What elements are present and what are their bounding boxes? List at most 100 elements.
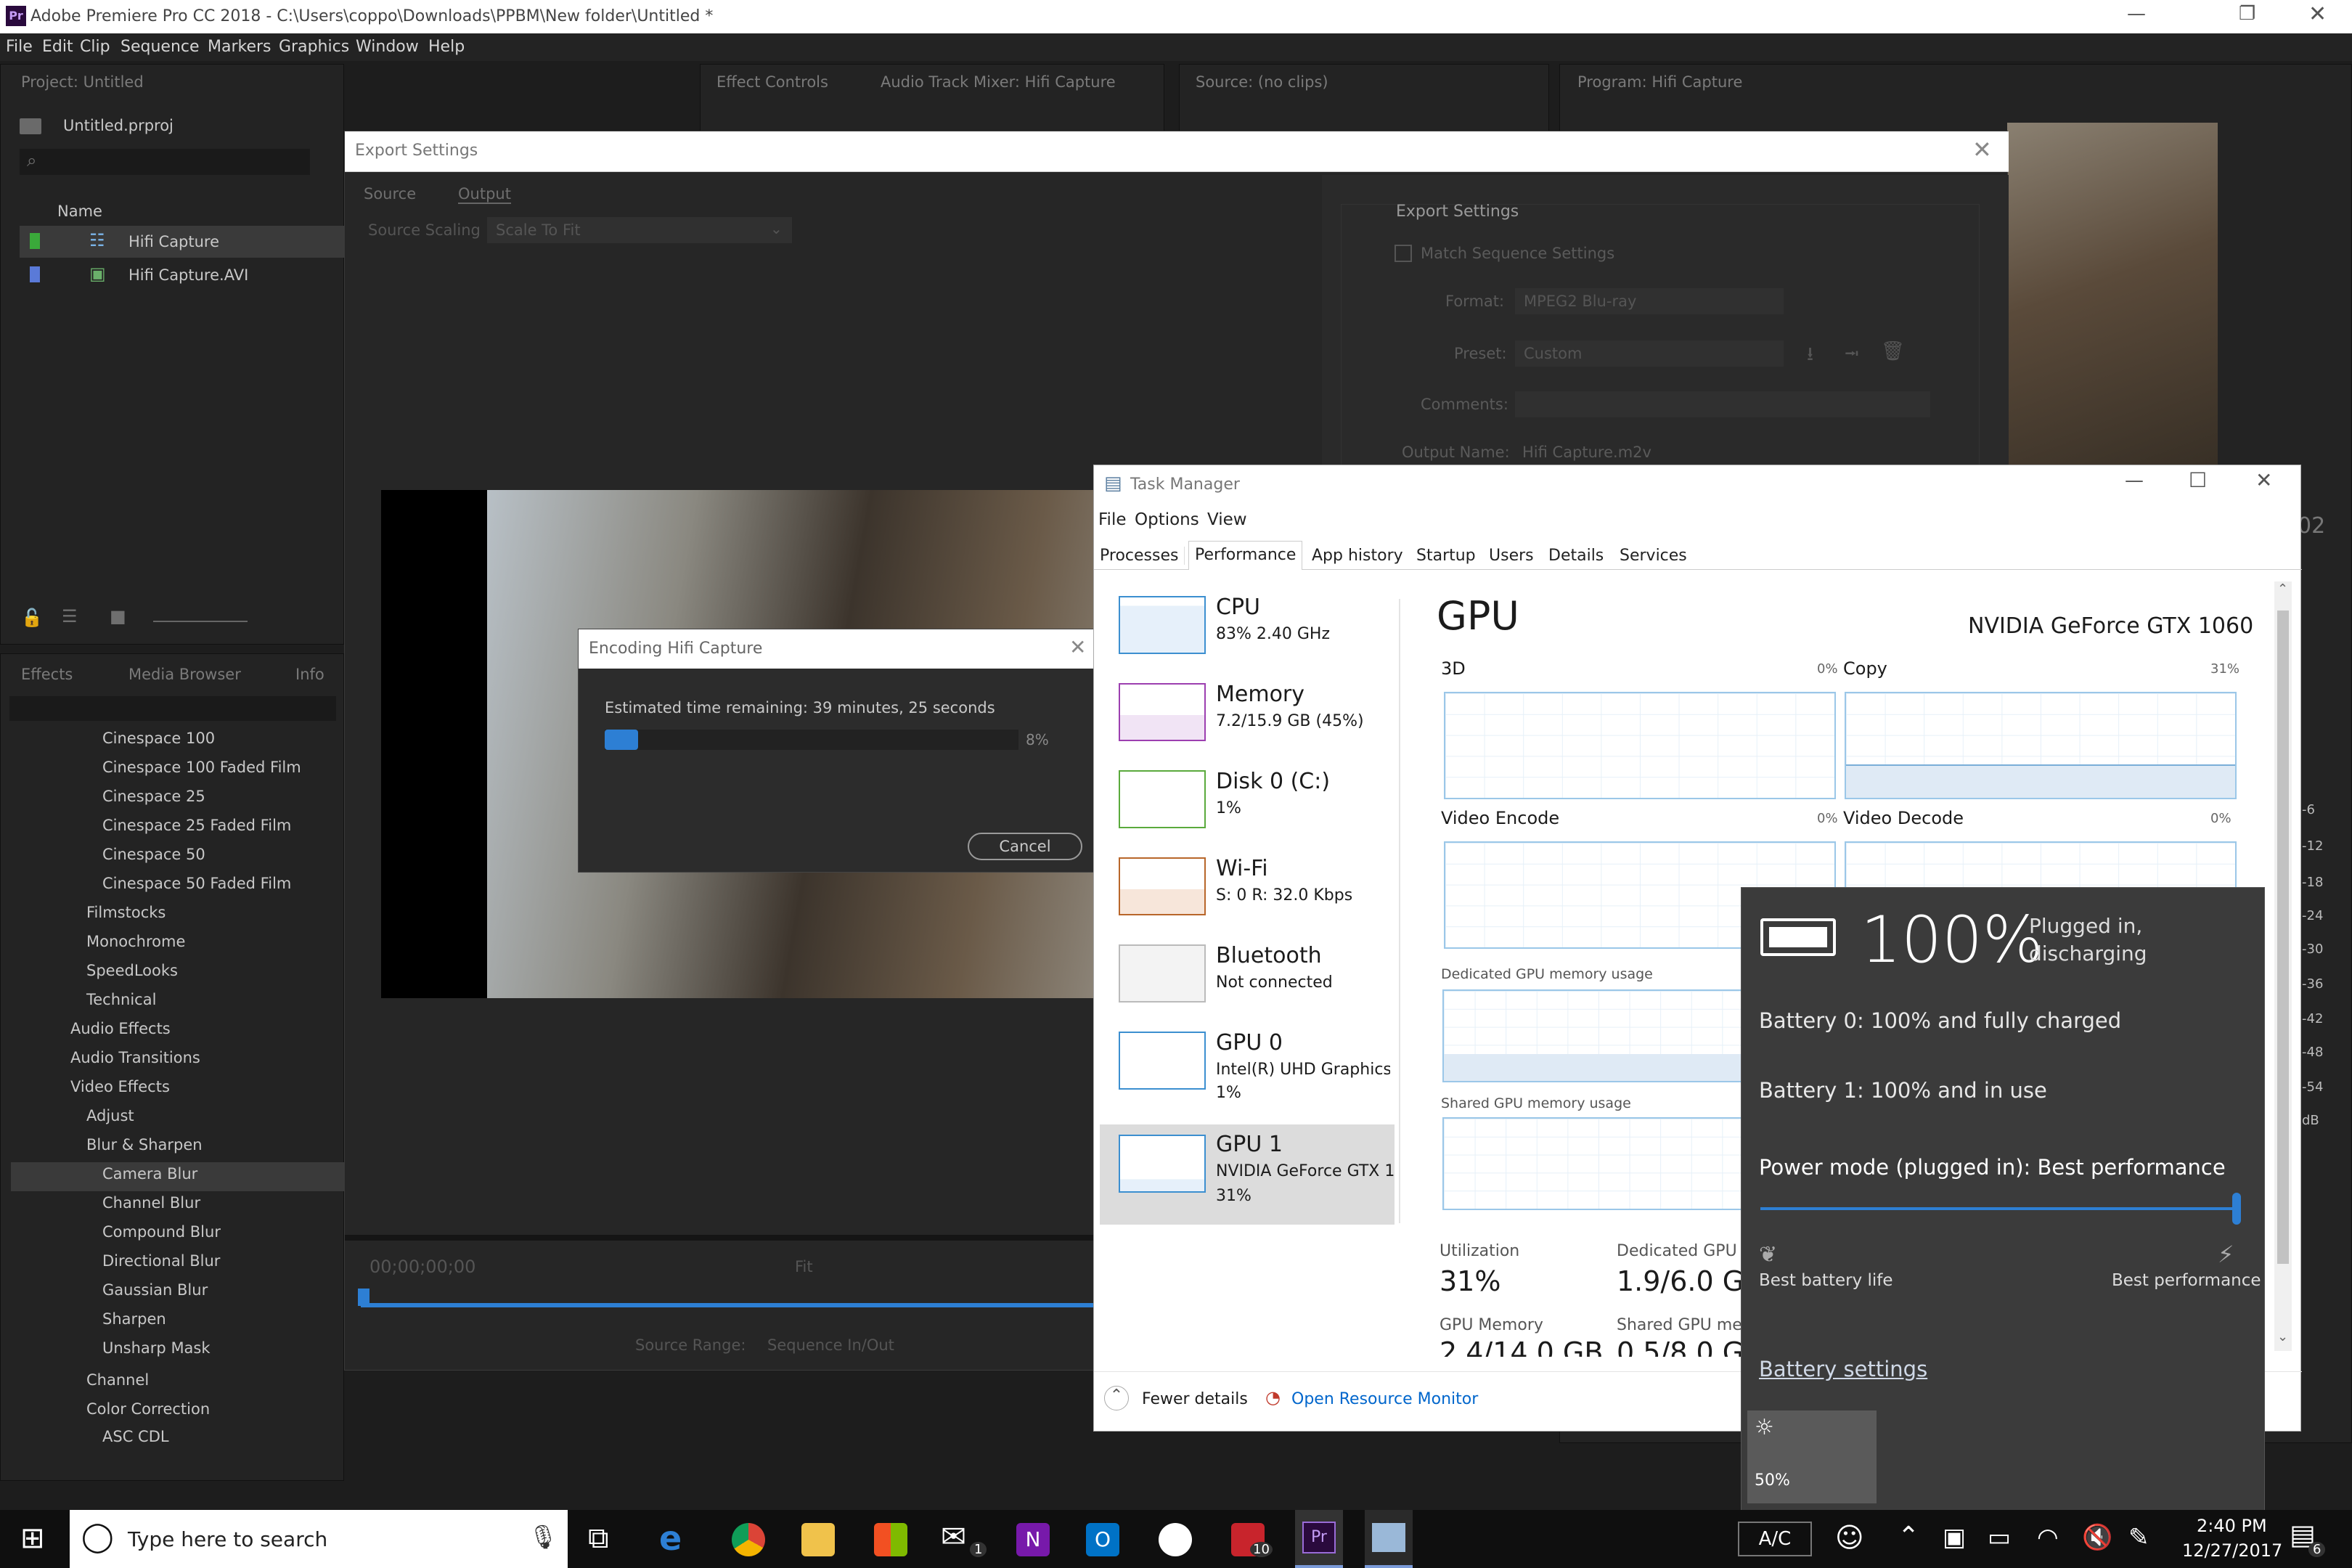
lock-icon[interactable]: 🔓 xyxy=(21,608,43,628)
effect-item[interactable]: Gaussian Blur xyxy=(102,1281,208,1299)
keyboard-layout[interactable]: A/C xyxy=(1738,1522,1812,1556)
resource-monitor-link[interactable]: Open Resource Monitor xyxy=(1291,1390,1478,1408)
bin-item[interactable]: SpeedLooks xyxy=(86,962,178,979)
scroll-up-icon[interactable]: ⌃ xyxy=(2277,581,2288,597)
cancel-button[interactable]: Cancel xyxy=(968,833,1082,860)
clock-date[interactable]: 12/27/2017 xyxy=(2182,1540,2282,1561)
maximize-button[interactable]: ❐ xyxy=(2239,3,2255,25)
close-button[interactable]: ✕ xyxy=(2308,1,2327,27)
sidebar-item-gpu0[interactable]: GPU 0 Intel(R) UHD Graphics 6... 1% xyxy=(1100,1023,1390,1117)
close-button[interactable]: ✕ xyxy=(2255,468,2272,492)
zoom-slider[interactable] xyxy=(153,621,248,622)
tab-app-history[interactable]: App history xyxy=(1312,547,1403,565)
tab-details[interactable]: Details xyxy=(1548,547,1604,565)
mail-icon[interactable]: ✉ xyxy=(941,1519,966,1554)
tab-source[interactable]: Source: (no clips) xyxy=(1196,73,1328,91)
effect-item[interactable]: Cinespace 50 xyxy=(102,846,205,863)
save-preset-icon[interactable]: ⭳ xyxy=(1807,340,1813,372)
tab-project[interactable]: Project: Untitled xyxy=(21,73,144,91)
import-preset-icon[interactable]: ⭲ xyxy=(1845,340,1859,372)
source-range-select[interactable]: Sequence In/Out xyxy=(767,1336,894,1354)
battery-tray-icon[interactable]: ▭ xyxy=(1988,1523,2011,1552)
bin-item[interactable]: Audio Effects xyxy=(70,1020,171,1037)
menu-graphics[interactable]: Graphics xyxy=(279,38,349,56)
tab-audio-mixer[interactable]: Audio Track Mixer: Hifi Capture xyxy=(881,73,1116,91)
maximize-button[interactable]: ☐ xyxy=(2189,468,2207,492)
tab-users[interactable]: Users xyxy=(1489,547,1534,565)
fewer-details-link[interactable]: Fewer details xyxy=(1142,1390,1248,1408)
brightness-tile[interactable]: ☼ 50% xyxy=(1747,1410,1877,1503)
tab-info[interactable]: Info xyxy=(295,666,324,683)
menu-help[interactable]: Help xyxy=(428,38,465,56)
tm-menu-view[interactable]: View xyxy=(1207,510,1247,529)
sidebar-item-gpu1[interactable]: GPU 1 NVIDIA GeForce GTX 10... 31% xyxy=(1100,1124,1395,1225)
close-icon[interactable]: ✕ xyxy=(1972,136,1992,163)
name-column-header[interactable]: Name xyxy=(57,203,102,220)
minimize-button[interactable]: — xyxy=(2127,3,2146,25)
delete-preset-icon[interactable]: 🗑 xyxy=(1881,340,1905,362)
bin-item[interactable]: Audio Transitions xyxy=(70,1049,200,1066)
menu-markers[interactable]: Markers xyxy=(208,38,271,56)
effect-item[interactable]: Cinespace 25 Faded Film xyxy=(102,817,291,834)
effects-search-input[interactable] xyxy=(9,696,336,721)
search-input[interactable]: ⌕ xyxy=(20,149,310,175)
tab-startup[interactable]: Startup xyxy=(1416,547,1476,565)
effect-item[interactable]: Directional Blur xyxy=(102,1252,220,1270)
sidebar-item-cpu[interactable]: CPU 83% 2.40 GHz xyxy=(1100,587,1390,673)
vertical-scrollbar[interactable]: ⌃ ⌄ xyxy=(2274,581,2292,1351)
microphone-icon[interactable]: 🎙 xyxy=(528,1523,558,1551)
effect-item[interactable]: Cinespace 100 xyxy=(102,730,215,747)
bin-item[interactable]: Filmstocks xyxy=(86,904,166,921)
effect-item[interactable]: Cinespace 50 Faded Film xyxy=(102,875,291,892)
task-view-icon[interactable]: ⧉ xyxy=(588,1522,609,1555)
effect-item[interactable]: Cinespace 100 Faded Film xyxy=(102,759,301,776)
search-box[interactable]: ◯ Type here to search 🎙 xyxy=(70,1510,568,1568)
graph-decode-label[interactable]: Video Decode xyxy=(1832,808,1964,828)
tm-menu-file[interactable]: File xyxy=(1098,510,1127,529)
format-select[interactable]: MPEG2 Blu-ray xyxy=(1515,288,1784,314)
effect-item[interactable]: Unsharp Mask xyxy=(102,1339,211,1357)
playhead[interactable] xyxy=(358,1289,369,1306)
store-icon[interactable] xyxy=(874,1523,907,1556)
menu-clip[interactable]: Clip xyxy=(80,38,110,56)
tab-services[interactable]: Services xyxy=(1620,547,1687,565)
menu-file[interactable]: File xyxy=(6,38,33,56)
tab-source[interactable]: Source xyxy=(364,185,416,203)
bin-item[interactable]: Monochrome xyxy=(86,933,185,950)
power-mode-slider[interactable] xyxy=(1760,1193,2241,1225)
menu-window[interactable]: Window xyxy=(356,38,419,56)
source-scaling-select[interactable]: Scale To Fit ⌄ xyxy=(487,217,792,243)
sidebar-item-bluetooth[interactable]: Bluetooth Not connected xyxy=(1100,936,1390,1021)
effect-item[interactable]: Cinespace 25 xyxy=(102,788,205,805)
bin-item[interactable]: Adjust xyxy=(86,1107,134,1124)
bin-item[interactable]: Color Correction xyxy=(86,1400,210,1418)
effect-item[interactable]: Channel Blur xyxy=(102,1194,200,1212)
bin-item[interactable]: Channel xyxy=(86,1371,149,1389)
graph-3d-label[interactable]: 3D xyxy=(1441,658,1466,679)
sidebar-item-wifi[interactable]: Wi-Fi S: 0 R: 32.0 Kbps xyxy=(1100,849,1390,934)
effect-item[interactable]: Compound Blur xyxy=(102,1223,221,1241)
device-icon[interactable]: ▣ xyxy=(1943,1523,1966,1552)
close-icon[interactable]: ✕ xyxy=(1069,635,1086,659)
start-windows-icon[interactable]: ⊞ xyxy=(20,1522,45,1555)
comments-input[interactable] xyxy=(1515,391,1930,417)
people-icon[interactable]: ☺ xyxy=(1835,1522,1864,1553)
list-view-icon[interactable]: ☰ xyxy=(62,606,78,626)
battery-settings-link[interactable]: Battery settings xyxy=(1759,1357,1927,1381)
chrome-icon[interactable] xyxy=(732,1523,765,1556)
tab-program[interactable]: Program: Hifi Capture xyxy=(1577,73,1742,91)
output-name-link[interactable]: Hifi Capture.m2v xyxy=(1522,444,1651,461)
wifi-icon[interactable]: ◠ xyxy=(2037,1523,2059,1552)
effect-item[interactable]: Sharpen xyxy=(102,1310,166,1328)
graph-copy-label[interactable]: Copy xyxy=(1832,658,1887,679)
clock-time[interactable]: 2:40 PM xyxy=(2197,1516,2267,1536)
tab-effects[interactable]: Effects xyxy=(21,666,73,683)
chevron-up-icon[interactable]: ⌃ xyxy=(1898,1522,1919,1551)
list-item[interactable]: ▣ Hifi Capture.AVI xyxy=(20,259,345,291)
scrub-bar[interactable] xyxy=(361,1303,1116,1307)
sidebar-item-disk[interactable]: Disk 0 (C:) 1% xyxy=(1100,761,1390,847)
bin-item[interactable]: Video Effects xyxy=(70,1078,170,1095)
bin-item[interactable]: Blur & Sharpen xyxy=(86,1136,203,1153)
list-item[interactable]: ☷ Hifi Capture xyxy=(20,226,345,258)
file-explorer-icon[interactable] xyxy=(801,1523,835,1556)
